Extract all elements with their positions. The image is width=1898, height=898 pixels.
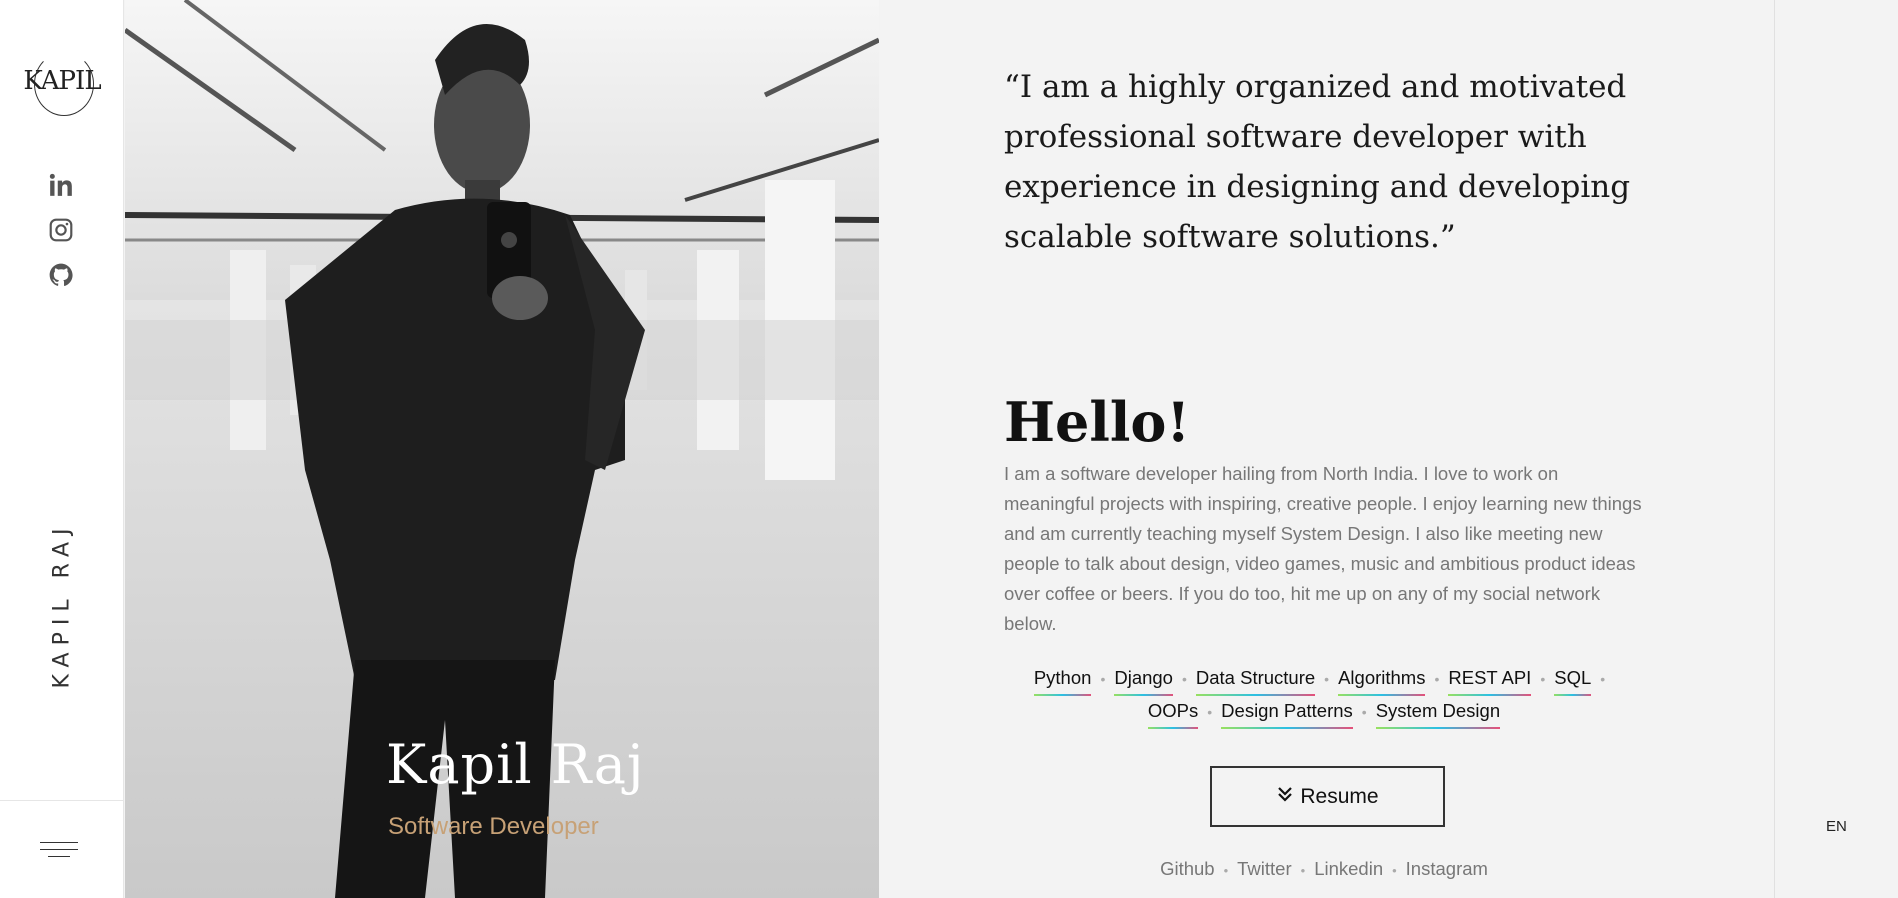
separator-dot: • [1207,704,1213,720]
separator-dot: • [1434,671,1440,687]
skill-tag[interactable]: Algorithms [1338,663,1426,696]
hero-photo: Kapil Raj Software Developer [125,0,879,898]
link-github[interactable]: Github [1160,858,1215,879]
separator-dot: • [1181,671,1187,687]
sidebar-social-icons [48,172,76,307]
separator-dot: • [1540,671,1546,687]
sidebar-divider [0,800,124,801]
sidebar: KAPIL KAPIL RAJ [0,0,124,898]
separator-dot: • [1392,863,1397,878]
logo-text: KAPIL [23,66,101,96]
link-twitter[interactable]: Twitter [1237,858,1291,879]
skill-tag[interactable]: Django [1114,663,1173,696]
skill-tag[interactable]: Design Patterns [1221,696,1353,729]
separator-dot: • [1100,671,1106,687]
resume-button-label: Resume [1300,784,1379,808]
hero-name: Kapil Raj [386,733,645,796]
separator-dot: • [1600,671,1606,687]
github-icon[interactable] [48,262,74,288]
separator-dot: • [1300,863,1306,878]
instagram-icon[interactable] [48,217,74,243]
link-instagram[interactable]: Instagram [1406,858,1488,879]
skill-tag[interactable]: REST API [1448,663,1532,696]
hero-role: Software Developer [388,813,599,840]
separator-dot: • [1324,671,1330,687]
right-rail-divider [1774,0,1775,898]
about-paragraph: I am a software developer hailing from N… [1004,463,1642,634]
linkedin-icon[interactable] [48,172,74,198]
separator-dot: • [1361,704,1367,720]
social-links: Github • Twitter • Linkedin • Instagram [1004,858,1644,880]
vertical-name-label: KAPIL RAJ [49,521,75,689]
skill-tag[interactable]: Python [1033,663,1092,696]
link-linkedin[interactable]: Linkedin [1314,858,1383,879]
hamburger-menu-icon[interactable] [40,842,78,860]
intro-quote: “I am a highly organized and motivated p… [1004,69,1631,255]
skill-tag[interactable]: OOPs [1147,696,1199,729]
skills-list: Python • Django • Data Structure • Algorithms •… [1004,663,1644,729]
double-chevron-down-icon [1276,785,1294,808]
greeting-heading: Hello! [1004,390,1191,454]
language-switcher[interactable]: EN [1826,818,1847,835]
skill-tag[interactable]: Data Structure [1195,663,1316,696]
separator-dot: • [1223,863,1229,878]
skill-tag[interactable]: SQL [1554,663,1592,696]
site-logo[interactable]: KAPIL [20,50,104,120]
skill-tag[interactable]: System Design [1375,696,1501,729]
resume-button[interactable]: Resume [1210,766,1445,827]
